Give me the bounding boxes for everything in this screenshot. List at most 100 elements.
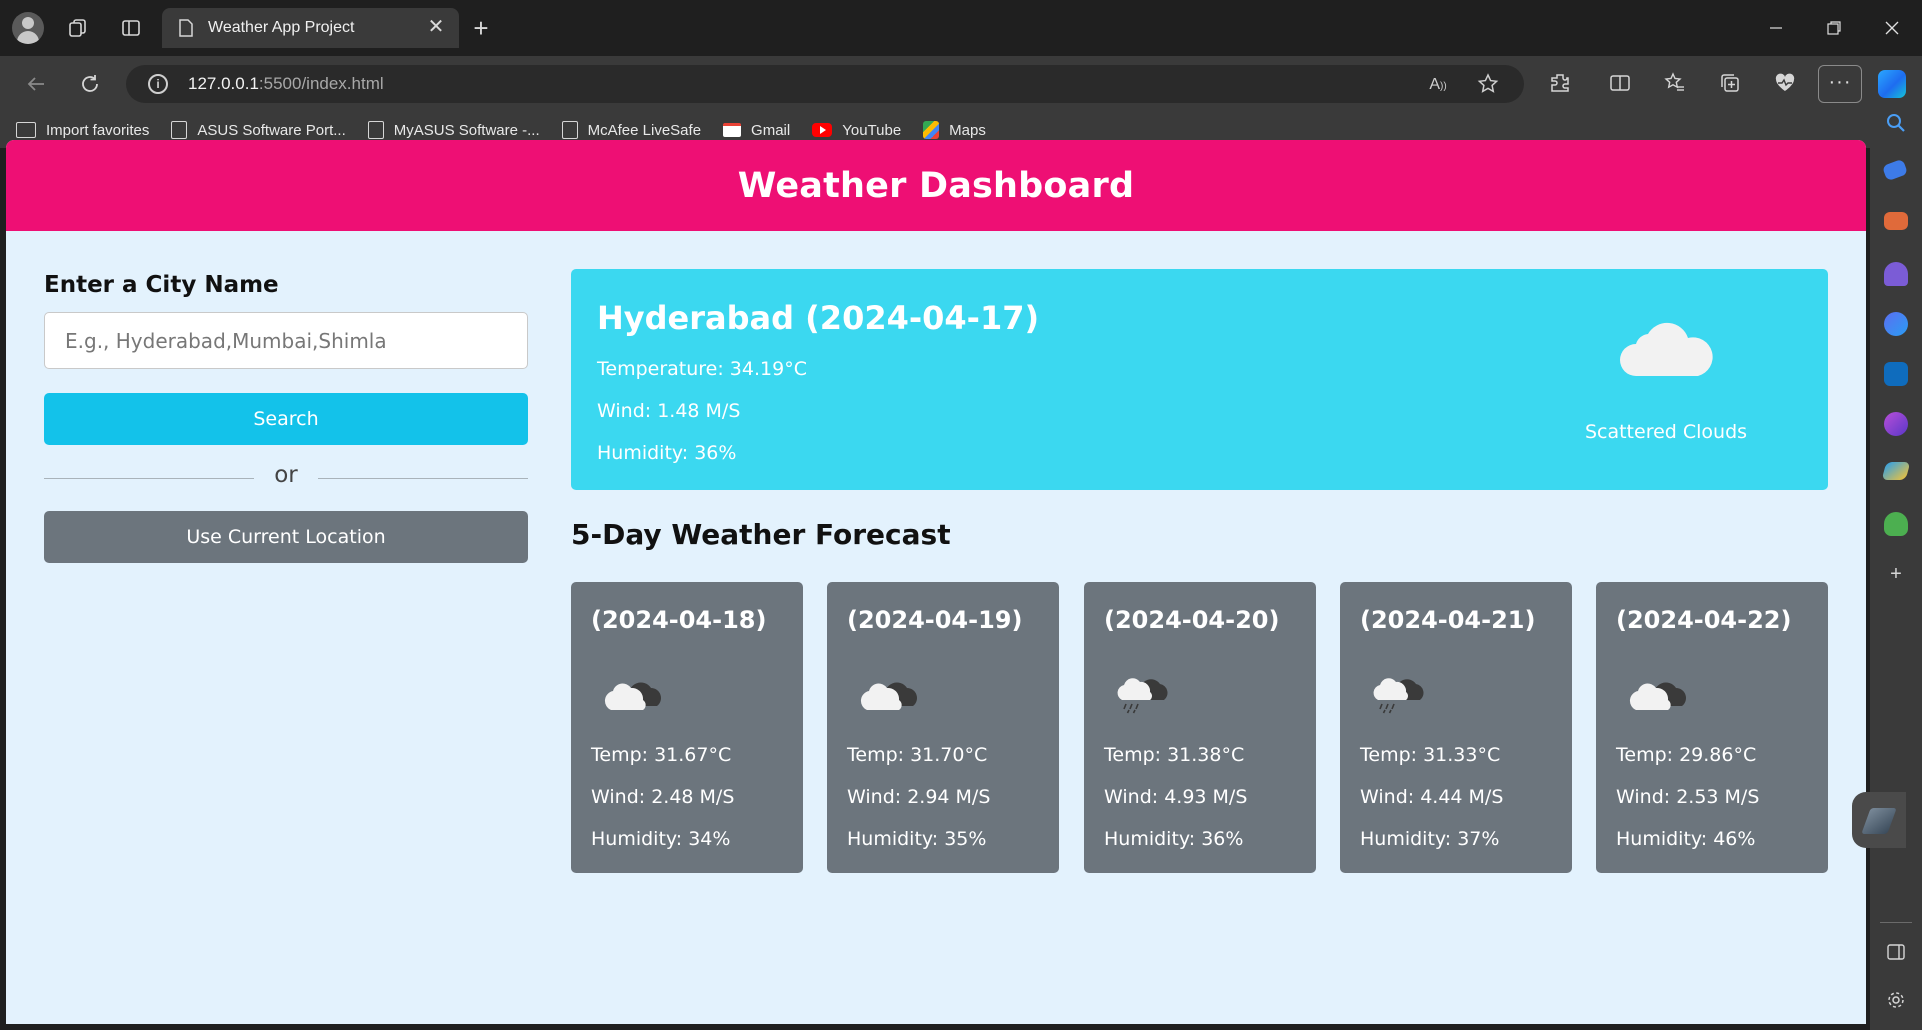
favorite-youtube[interactable]: YouTube: [812, 122, 901, 139]
address-bar[interactable]: i 127.0.0.1:5500/index.html A)): [126, 65, 1524, 103]
new-tab-button[interactable]: +: [465, 12, 497, 44]
forecast-list: (2024-04-18) Temp: 31.67°C Wind: 2.48 M/…: [571, 582, 1828, 873]
favorite-mcafee[interactable]: McAfee LiveSafe: [561, 121, 702, 139]
tab-title: Weather App Project: [208, 19, 355, 36]
forecast-humidity: Humidity: 35%: [847, 828, 987, 850]
page-icon: [179, 19, 193, 37]
forecast-card: (2024-04-22) Temp: 29.86°C Wind: 2.53 M/…: [1596, 582, 1828, 873]
settings-gear-icon[interactable]: [1884, 990, 1908, 1014]
use-current-location-button[interactable]: Use Current Location: [44, 511, 528, 563]
profile-avatar-icon[interactable]: [12, 12, 44, 44]
copilot-sidebar-icon[interactable]: [1884, 312, 1908, 336]
url-path: :5500/index.html: [258, 74, 384, 93]
forecast-date: (2024-04-21): [1360, 606, 1536, 634]
forecast-temp: Temp: 29.86°C: [1616, 744, 1757, 766]
address-toolbar: i 127.0.0.1:5500/index.html A)) ···: [0, 56, 1922, 112]
current-humidity: Humidity: 36%: [597, 442, 737, 464]
forecast-card: (2024-04-20) Temp: 31.38°C Wind: 4.93 M/…: [1084, 582, 1316, 873]
extensions-icon[interactable]: [1548, 72, 1572, 96]
collections-icon[interactable]: [1718, 72, 1742, 96]
favorite-label: ASUS Software Port...: [197, 121, 346, 139]
forecast-temp: Temp: 31.38°C: [1104, 744, 1245, 766]
games-icon[interactable]: [1884, 262, 1908, 286]
forecast-wind: Wind: 2.94 M/S: [847, 786, 991, 808]
favorite-maps[interactable]: Maps: [923, 121, 986, 139]
city-input[interactable]: [44, 312, 528, 369]
designer-icon[interactable]: [1884, 412, 1908, 436]
favorite-label: McAfee LiveSafe: [587, 121, 702, 139]
forecast-temp: Temp: 31.70°C: [847, 744, 988, 766]
web-page: Weather Dashboard Enter a City Name Sear…: [6, 140, 1866, 1024]
broken-clouds-icon: [1629, 682, 1686, 710]
broken-clouds-icon: [860, 682, 917, 710]
cloud-icon: [1620, 322, 1713, 376]
favorite-asus-portal[interactable]: ASUS Software Port...: [171, 121, 346, 139]
favorite-label: Maps: [949, 121, 986, 139]
current-temperature: Temperature: 34.19°C: [597, 358, 807, 380]
maps-icon: [923, 121, 940, 139]
back-icon[interactable]: [20, 68, 52, 100]
close-tab-icon[interactable]: ✕: [425, 16, 447, 38]
forecast-date: (2024-04-20): [1104, 606, 1280, 634]
or-separator: or: [44, 462, 528, 494]
search-icon[interactable]: [1884, 112, 1908, 136]
current-city-title: Hyderabad (2024-04-17): [597, 299, 1040, 337]
hide-sidebar-icon[interactable]: [1884, 942, 1908, 966]
favorite-gmail[interactable]: Gmail: [723, 122, 790, 139]
shopping-tag-icon[interactable]: [1881, 158, 1909, 182]
page-icon: [367, 121, 384, 139]
rail-divider: [1880, 922, 1912, 923]
workspaces-icon[interactable]: [62, 12, 94, 44]
favorites-icon[interactable]: [1663, 72, 1687, 96]
forecast-wind: Wind: 2.53 M/S: [1616, 786, 1760, 808]
forecast-temp: Temp: 31.33°C: [1360, 744, 1501, 766]
forecast-humidity: Humidity: 37%: [1360, 828, 1500, 850]
sidebar-rail: +: [1870, 112, 1922, 1030]
url-host: 127.0.0.1: [188, 74, 259, 93]
favorite-myasus[interactable]: MyASUS Software -...: [367, 121, 540, 139]
site-info-icon[interactable]: i: [148, 74, 168, 94]
forecast-title: 5-Day Weather Forecast: [571, 518, 951, 551]
refresh-icon[interactable]: [74, 68, 106, 100]
read-aloud-icon[interactable]: A)): [1426, 73, 1450, 97]
more-options-button[interactable]: ···: [1818, 65, 1862, 103]
rain-cloud-icon: [1117, 678, 1168, 714]
tab-weather-app[interactable]: Weather App Project ✕: [162, 8, 459, 48]
separator-line: [318, 478, 528, 479]
tools-icon[interactable]: [1884, 212, 1908, 230]
browser-essentials-icon[interactable]: [1773, 72, 1797, 96]
page-title: Weather Dashboard: [737, 165, 1135, 206]
forecast-wind: Wind: 4.93 M/S: [1104, 786, 1248, 808]
page-icon: [561, 121, 578, 139]
minimize-icon[interactable]: [1754, 10, 1798, 46]
favorite-label: YouTube: [842, 121, 902, 139]
close-window-icon[interactable]: [1870, 10, 1914, 46]
forecast-wind: Wind: 4.44 M/S: [1360, 786, 1504, 808]
favorite-label: Import favorites: [46, 121, 150, 139]
favorite-import[interactable]: Import favorites: [16, 122, 149, 139]
page-header: Weather Dashboard: [6, 140, 1866, 231]
forecast-card: (2024-04-21) Temp: 31.33°C Wind: 4.44 M/…: [1340, 582, 1572, 873]
rain-cloud-icon: [1373, 678, 1424, 714]
import-folder-icon: [16, 122, 36, 138]
copilot-icon[interactable]: [1878, 70, 1906, 98]
drop-icon[interactable]: [1881, 462, 1911, 480]
current-wind: Wind: 1.48 M/S: [597, 400, 741, 422]
forecast-temp: Temp: 31.67°C: [591, 744, 732, 766]
floating-assistant-icon[interactable]: [1852, 792, 1906, 848]
forecast-card: (2024-04-19) Temp: 31.70°C Wind: 2.94 M/…: [827, 582, 1059, 873]
search-button[interactable]: Search: [44, 393, 528, 445]
tab-strip: Weather App Project ✕ +: [0, 0, 1922, 56]
add-icon[interactable]: +: [1884, 562, 1908, 586]
page-icon: [171, 121, 188, 139]
forecast-humidity: Humidity: 46%: [1616, 828, 1756, 850]
tree-icon[interactable]: [1884, 512, 1908, 536]
tab-actions-icon[interactable]: [115, 12, 147, 44]
youtube-icon: [812, 123, 833, 137]
restore-icon[interactable]: [1812, 10, 1856, 46]
city-label: Enter a City Name: [44, 272, 279, 298]
favorite-star-icon[interactable]: [1476, 73, 1500, 97]
outlook-icon[interactable]: [1884, 362, 1908, 386]
split-screen-icon[interactable]: [1608, 72, 1632, 96]
forecast-date: (2024-04-22): [1616, 606, 1792, 634]
